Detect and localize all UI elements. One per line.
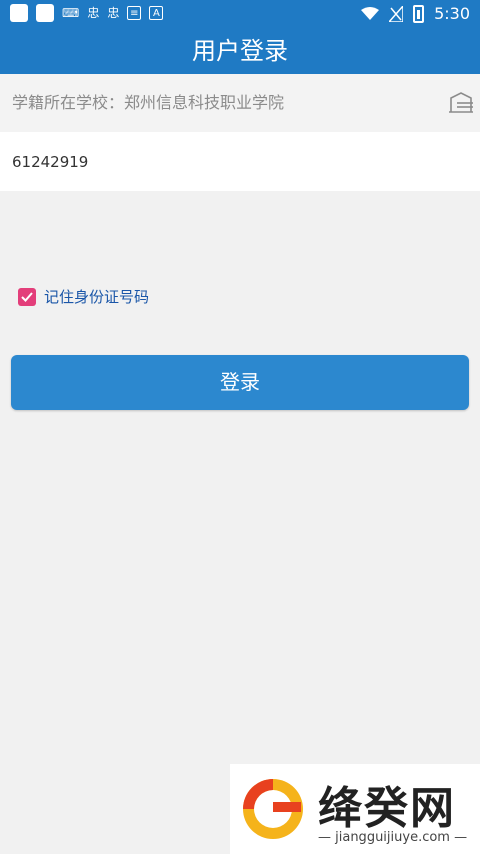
school-building-icon[interactable]: [448, 90, 474, 116]
remember-checkbox[interactable]: [18, 287, 36, 306]
school-selector[interactable]: 学籍所在学校：郑州信息科技职业学院: [0, 74, 480, 132]
font-icon: A: [149, 6, 164, 20]
school-label: 学籍所在学校：郑州信息科技职业学院: [12, 93, 285, 112]
wifi-icon: [361, 7, 380, 20]
app-bar: 用户登录: [0, 28, 480, 74]
id-number-input[interactable]: [12, 132, 452, 191]
battery-icon: [413, 5, 425, 23]
notification-square-icon: [10, 4, 28, 22]
notification-square-icon: [36, 4, 54, 22]
checkmark-icon: [21, 291, 33, 302]
status-bar-right: 5:30: [361, 4, 470, 24]
app-icon: 忠: [87, 6, 100, 20]
message-icon: ≡: [127, 6, 142, 20]
no-signal-icon: [389, 6, 404, 22]
app-icon: 忠: [107, 6, 120, 20]
watermark-subtitle: — jiangguijiuye.com —: [318, 830, 468, 845]
remember-id-option[interactable]: 记住身份证号码: [18, 286, 149, 307]
keyboard-icon: ⌨: [62, 6, 80, 20]
id-number-field-row: [0, 132, 480, 191]
remember-label: 记住身份证号码: [44, 288, 150, 306]
watermark: 绛癸网 — jiangguijiuye.com —: [230, 764, 480, 854]
login-button[interactable]: 登录: [11, 355, 469, 410]
watermark-logo-icon: [243, 779, 303, 839]
status-bar: ⌨ 忠 忠 ≡ A 5:30: [0, 0, 480, 28]
status-bar-left: ⌨ 忠 忠 ≡ A: [10, 4, 164, 22]
watermark-title: 绛癸网: [318, 783, 456, 834]
page-title: 用户登录: [192, 37, 288, 65]
status-time: 5:30: [434, 4, 470, 23]
